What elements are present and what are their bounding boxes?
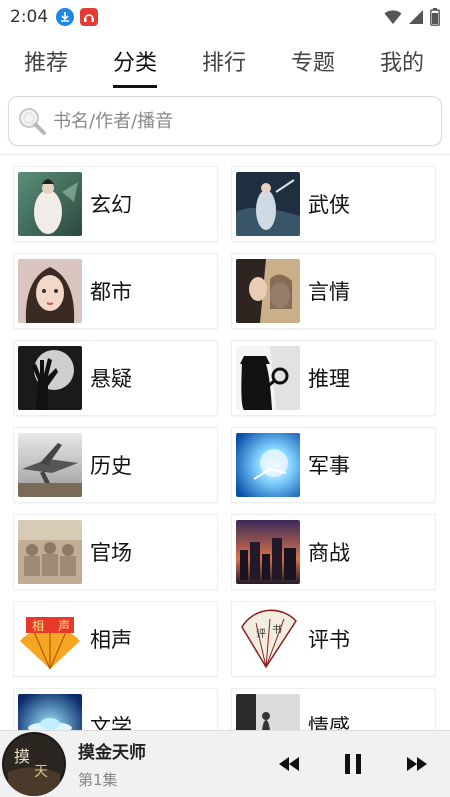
tab-label: 我的 — [379, 51, 424, 76]
now-playing-info: 摸金天师 第1集 — [78, 738, 146, 790]
now-playing-episode: 第1集 — [78, 771, 118, 789]
category-label: 商战 — [308, 541, 350, 565]
literature-thumbnail — [18, 694, 82, 730]
album-cover[interactable]: 摸天 — [2, 732, 66, 796]
svg-text:评: 评 — [256, 628, 266, 640]
category-label: 评书 — [308, 628, 350, 652]
category-label: 玄幻 — [90, 193, 132, 217]
category-card-business[interactable]: 商战 — [231, 514, 436, 590]
svg-text:摸: 摸 — [14, 747, 30, 766]
storytelling-thumbnail: 评书 — [236, 607, 300, 671]
category-card-history[interactable]: 历史 — [13, 427, 218, 503]
romance-thumbnail — [236, 259, 300, 323]
suspense-thumbnail — [18, 346, 82, 410]
category-label: 历史 — [90, 454, 132, 478]
status-time: 2:04 — [10, 7, 49, 27]
category-label: 言情 — [308, 280, 350, 304]
previous-icon — [279, 757, 299, 771]
category-label: 相声 — [90, 628, 132, 652]
emotion-thumbnail — [236, 694, 300, 730]
category-card-emotion[interactable]: 情感 — [231, 688, 436, 730]
city-thumbnail — [18, 259, 82, 323]
mystery-thumbnail — [236, 346, 300, 410]
category-card-fantasy[interactable]: 玄幻 — [13, 166, 218, 242]
category-label: 文学 — [90, 715, 132, 730]
divider — [0, 154, 450, 155]
category-card-city[interactable]: 都市 — [13, 253, 218, 329]
system-indicators — [384, 8, 440, 26]
tab-category[interactable]: 分类 — [112, 38, 157, 90]
search-icon — [19, 108, 46, 135]
search-bar[interactable] — [8, 96, 442, 146]
pause-button[interactable] — [336, 747, 370, 781]
svg-text:天: 天 — [34, 764, 48, 780]
business-thumbnail — [236, 520, 300, 584]
tab-label: 推荐 — [24, 51, 69, 76]
top-tab-bar: 推荐 分类 排行 专题 我的 — [0, 38, 450, 90]
download-notification-icon — [56, 8, 75, 26]
app-notification-icon — [80, 8, 99, 26]
category-card-crosstalk[interactable]: 相声 相声 — [13, 601, 218, 677]
category-card-military[interactable]: 军事 — [231, 427, 436, 503]
fantasy-thumbnail — [18, 172, 82, 236]
category-label: 官场 — [90, 541, 132, 565]
military-thumbnail — [236, 433, 300, 497]
wuxia-thumbnail — [236, 172, 300, 236]
category-label: 都市 — [90, 280, 132, 304]
tab-recommend[interactable]: 推荐 — [24, 38, 68, 90]
tab-label: 专题 — [290, 51, 335, 76]
next-icon — [407, 757, 427, 771]
category-label: 情感 — [308, 715, 350, 730]
category-card-mystery[interactable]: 推理 — [231, 340, 436, 416]
tab-topics[interactable]: 专题 — [291, 38, 335, 90]
tab-ranking[interactable]: 排行 — [202, 38, 246, 90]
tab-mine[interactable]: 我的 — [380, 38, 424, 90]
pause-icon — [345, 754, 361, 774]
history-thumbnail — [18, 433, 82, 497]
category-label: 悬疑 — [90, 367, 132, 391]
category-card-literature[interactable]: 文学 — [13, 688, 218, 730]
now-playing-title: 摸金天师 — [78, 743, 146, 763]
category-card-officialdom[interactable]: 官场 — [13, 514, 218, 590]
tab-label: 排行 — [201, 51, 246, 76]
cell-signal-icon — [409, 10, 423, 24]
svg-text:相: 相 — [32, 619, 44, 633]
status-bar: 2:04 — [0, 0, 450, 34]
search-input[interactable] — [53, 110, 413, 132]
category-label: 武侠 — [308, 193, 350, 217]
category-label: 军事 — [308, 454, 350, 478]
playback-controls — [272, 747, 434, 781]
category-card-suspense[interactable]: 悬疑 — [13, 340, 218, 416]
category-card-wuxia[interactable]: 武侠 — [231, 166, 436, 242]
officialdom-thumbnail — [18, 520, 82, 584]
wifi-icon — [384, 10, 402, 24]
crosstalk-thumbnail: 相声 — [18, 607, 82, 671]
category-label: 推理 — [308, 367, 350, 391]
category-grid: 玄幻 武侠 都市 言情 悬疑 推理 历史 军事 官场 商战 相 声 相声 评 书… — [0, 164, 450, 730]
mini-player[interactable]: 摸天 摸金天师 第1集 — [0, 730, 450, 797]
category-card-storytelling[interactable]: 评书 评书 — [231, 601, 436, 677]
active-tab-indicator — [112, 85, 157, 88]
svg-text:声: 声 — [58, 619, 70, 633]
previous-button[interactable] — [272, 747, 306, 781]
next-button[interactable] — [400, 747, 434, 781]
battery-icon — [430, 8, 440, 26]
svg-text:书: 书 — [272, 624, 282, 636]
category-card-romance[interactable]: 言情 — [231, 253, 436, 329]
tab-label: 分类 — [112, 51, 157, 76]
